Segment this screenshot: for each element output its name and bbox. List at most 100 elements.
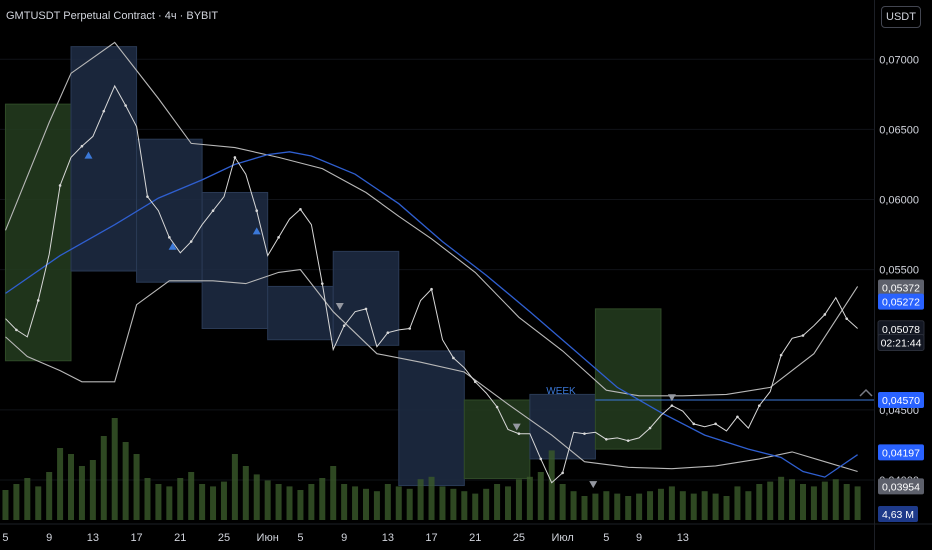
volume-bar bbox=[515, 479, 522, 520]
volume-bar bbox=[373, 491, 380, 520]
volume-bar bbox=[166, 486, 173, 520]
price-point bbox=[277, 236, 280, 239]
price-point bbox=[692, 422, 696, 426]
volume-bar bbox=[799, 484, 806, 520]
volume-bar bbox=[122, 442, 129, 520]
volume-bar bbox=[35, 486, 42, 520]
volume-bar bbox=[297, 490, 304, 520]
price-point bbox=[823, 313, 827, 316]
volume-label-text: 4,63 M bbox=[882, 509, 914, 521]
price-label-text: 0,04197 bbox=[882, 447, 920, 459]
volume-bar bbox=[111, 418, 118, 520]
volume-bar bbox=[253, 474, 260, 520]
price-point bbox=[757, 404, 761, 407]
signal-marker bbox=[589, 481, 598, 489]
volume-bar bbox=[472, 493, 479, 520]
volume-bar bbox=[439, 486, 446, 520]
price-point bbox=[561, 471, 564, 475]
price-point bbox=[714, 422, 717, 426]
volume-bar bbox=[723, 496, 730, 520]
price-point bbox=[845, 317, 848, 320]
price-label-text: 0,04570 bbox=[882, 395, 920, 407]
volume-bar bbox=[778, 476, 785, 520]
date-axis-label: 13 bbox=[87, 532, 99, 544]
volume-bar bbox=[668, 486, 675, 520]
price-point bbox=[15, 328, 18, 332]
price-axis-tick: 0,05500 bbox=[879, 265, 919, 277]
volume-bar bbox=[362, 488, 369, 520]
date-axis-label: 9 bbox=[46, 532, 52, 544]
volume-bar bbox=[570, 491, 577, 520]
volume-bar bbox=[188, 472, 195, 520]
volume-bar bbox=[24, 478, 31, 520]
volume-bar bbox=[657, 488, 664, 520]
volume-bar bbox=[231, 454, 238, 520]
date-axis-label: 25 bbox=[218, 532, 230, 544]
price-label-text: 0,05078 bbox=[882, 324, 920, 336]
price-axis-tick: 0,06000 bbox=[879, 194, 919, 206]
volume-bar bbox=[505, 486, 512, 520]
price-axis-divider bbox=[874, 0, 875, 550]
volume-bar bbox=[745, 491, 752, 520]
price-point bbox=[670, 404, 674, 407]
price-label-text: 0,05272 bbox=[882, 297, 920, 309]
weekly-range-box bbox=[267, 285, 334, 341]
volume-bar bbox=[734, 486, 741, 520]
date-axis-label: 21 bbox=[174, 532, 186, 544]
volume-bar bbox=[341, 484, 348, 520]
price-point bbox=[430, 287, 433, 291]
date-axis-label: 9 bbox=[341, 532, 347, 544]
volume-bar bbox=[647, 491, 654, 520]
volume-bar bbox=[264, 480, 271, 520]
price-point bbox=[495, 405, 499, 409]
price-point bbox=[36, 299, 40, 302]
volume-bar bbox=[57, 448, 64, 520]
volume-bar bbox=[821, 481, 828, 520]
date-axis-label: 17 bbox=[425, 532, 437, 544]
date-axis-label: 21 bbox=[469, 532, 481, 544]
price-point bbox=[408, 327, 411, 330]
volume-bar bbox=[603, 491, 610, 520]
weekly-range-box bbox=[70, 46, 138, 272]
price-point bbox=[146, 195, 149, 198]
volume-bar bbox=[756, 484, 763, 520]
price-point bbox=[779, 353, 783, 357]
volume-bar bbox=[614, 493, 621, 520]
price-point bbox=[299, 208, 302, 211]
price-point bbox=[517, 432, 521, 435]
volume-bar bbox=[144, 478, 151, 520]
volume-bar bbox=[2, 490, 9, 520]
volume-bar bbox=[275, 484, 282, 520]
volume-bar bbox=[701, 491, 708, 520]
volume-bar bbox=[89, 460, 96, 520]
price-point bbox=[736, 415, 739, 419]
price-point bbox=[605, 437, 608, 441]
volume-bar bbox=[395, 486, 402, 520]
volume-bar bbox=[494, 484, 501, 520]
date-axis-label: 5 bbox=[297, 532, 303, 544]
volume-bar bbox=[330, 466, 337, 520]
price-point bbox=[539, 457, 543, 461]
price-point bbox=[452, 356, 455, 360]
price-point bbox=[342, 324, 346, 327]
date-axis-label: Июн bbox=[257, 532, 279, 544]
weekly-range-box bbox=[4, 103, 72, 362]
date-axis-label: 17 bbox=[130, 532, 142, 544]
scroll-up-chevron-icon[interactable] bbox=[859, 388, 873, 397]
volume-bar bbox=[461, 491, 468, 520]
volume-bar bbox=[636, 493, 643, 520]
volume-bar bbox=[319, 478, 326, 520]
price-point bbox=[255, 209, 259, 213]
volume-bar bbox=[559, 484, 566, 520]
volume-bar bbox=[450, 488, 457, 520]
volume-bar bbox=[384, 484, 391, 520]
weekly-range-box bbox=[463, 399, 531, 480]
price-point bbox=[626, 439, 630, 442]
price-point bbox=[386, 331, 390, 335]
date-axis-label: 5 bbox=[2, 532, 8, 544]
price-point bbox=[364, 307, 368, 311]
weekly-range-box bbox=[398, 350, 465, 487]
volume-bar bbox=[428, 476, 435, 520]
currency-button[interactable]: USDT bbox=[881, 6, 921, 28]
price-chart[interactable]: WEEK0,070000,065000,060000,055000,045000… bbox=[0, 0, 932, 550]
